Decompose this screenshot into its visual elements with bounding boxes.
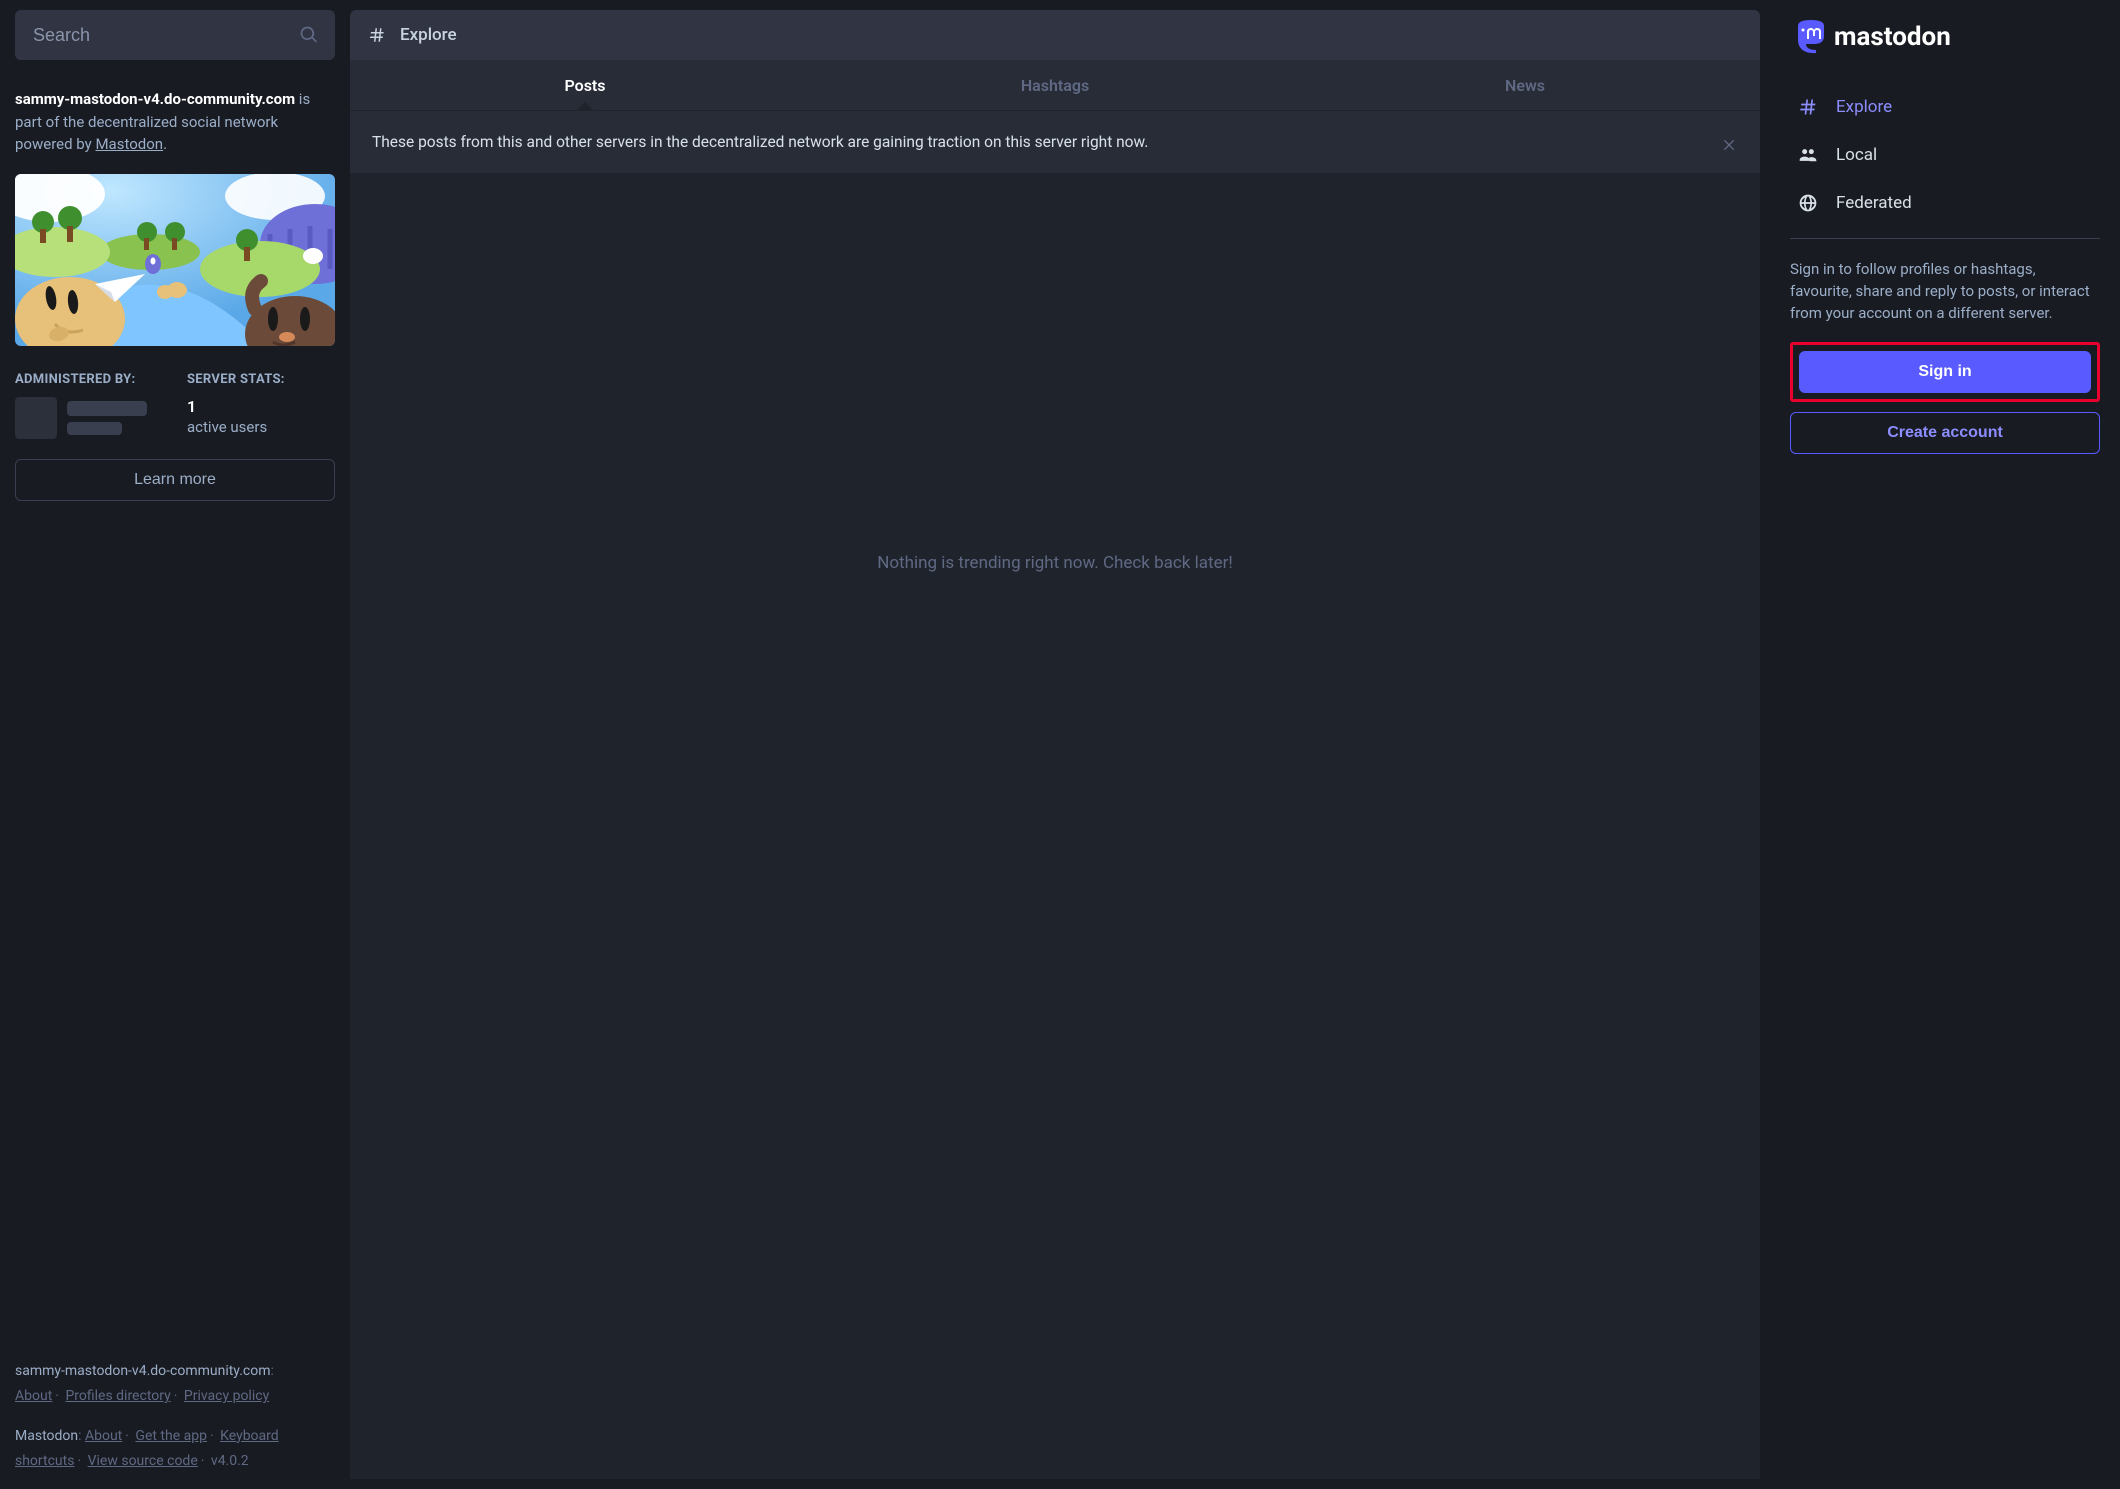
server-domain: sammy-mastodon-v4.do-community.com <box>15 90 295 108</box>
server-hero-image <box>15 174 335 346</box>
app-root: sammy-mastodon-v4.do-community.com is pa… <box>0 0 2120 1489</box>
active-users-caption: active users <box>187 418 285 436</box>
footer-profiles-link[interactable]: Profiles directory <box>65 1388 170 1404</box>
tab-news[interactable]: News <box>1290 60 1760 110</box>
nav-list: Explore Local Federated <box>1790 84 2100 239</box>
stats-block: SERVER STATS: 1 active users <box>187 372 285 439</box>
footer: sammy-mastodon-v4.do-community.com: Abou… <box>15 1339 335 1474</box>
column-title: Explore <box>400 25 457 45</box>
mastodon-logo-icon <box>1794 20 1828 54</box>
search-input[interactable] <box>31 24 299 47</box>
nav-local-label: Local <box>1836 145 1877 165</box>
column-header: Explore <box>350 10 1760 60</box>
explore-feed: Nothing is trending right now. Check bac… <box>350 173 1760 1479</box>
nav-federated-label: Federated <box>1836 193 1912 213</box>
footer-version: v4.0.2 <box>211 1453 249 1469</box>
sidebar-right: mastodon Explore Local Federated <box>1770 0 2120 1489</box>
footer-getapp-link[interactable]: Get the app <box>135 1428 207 1444</box>
info-banner: These posts from this and other servers … <box>350 110 1760 173</box>
admin-label: ADMINISTERED BY: <box>15 372 147 387</box>
main-column: Explore Posts Hashtags News These posts … <box>350 0 1770 1489</box>
footer-about2-link[interactable]: About <box>85 1428 122 1444</box>
nav-explore[interactable]: Explore <box>1790 84 2100 130</box>
logo[interactable]: mastodon <box>1794 20 2100 54</box>
hashtag-icon <box>368 26 386 44</box>
globe-icon <box>1798 193 1820 213</box>
footer-server-domain: sammy-mastodon-v4.do-community.com <box>15 1363 270 1379</box>
nav-local[interactable]: Local <box>1790 132 2100 178</box>
footer-about-link[interactable]: About <box>15 1388 52 1404</box>
tab-posts[interactable]: Posts <box>350 60 820 110</box>
stats-label: SERVER STATS: <box>187 372 285 387</box>
tab-hashtags[interactable]: Hashtags <box>820 60 1290 110</box>
logo-text: mastodon <box>1834 22 1951 52</box>
nav-federated[interactable]: Federated <box>1790 180 2100 226</box>
admin-avatar <box>15 397 57 439</box>
footer-source-link[interactable]: View source code <box>88 1453 198 1469</box>
mastodon-link[interactable]: Mastodon <box>95 135 163 153</box>
active-users-count: 1 <box>187 397 285 416</box>
footer-privacy-link[interactable]: Privacy policy <box>184 1388 269 1404</box>
info-banner-text: These posts from this and other servers … <box>372 131 1704 153</box>
footer-brand: Mastodon <box>15 1428 78 1444</box>
close-icon[interactable] <box>1722 131 1738 153</box>
server-description: sammy-mastodon-v4.do-community.com is pa… <box>15 88 335 156</box>
hashtag-icon <box>1798 97 1820 117</box>
explore-tabs: Posts Hashtags News <box>350 60 1760 110</box>
signin-highlight: Sign in <box>1790 342 2100 402</box>
admin-name-placeholder <box>67 401 147 435</box>
admin-card[interactable] <box>15 397 147 439</box>
signin-block: Sign in to follow profiles or hashtags, … <box>1790 259 2100 454</box>
search-container <box>15 10 335 60</box>
create-account-button[interactable]: Create account <box>1790 412 2100 454</box>
learn-more-button[interactable]: Learn more <box>15 459 335 501</box>
server-info-row: ADMINISTERED BY: SERVER STATS: 1 active … <box>15 372 335 439</box>
sidebar-left: sammy-mastodon-v4.do-community.com is pa… <box>0 0 350 1489</box>
signin-prompt: Sign in to follow profiles or hashtags, … <box>1790 259 2100 324</box>
empty-message: Nothing is trending right now. Check bac… <box>877 553 1233 573</box>
nav-explore-label: Explore <box>1836 97 1892 117</box>
users-icon <box>1798 145 1820 165</box>
admin-block: ADMINISTERED BY: <box>15 372 147 439</box>
signin-button[interactable]: Sign in <box>1799 351 2091 393</box>
search-icon <box>299 25 319 45</box>
